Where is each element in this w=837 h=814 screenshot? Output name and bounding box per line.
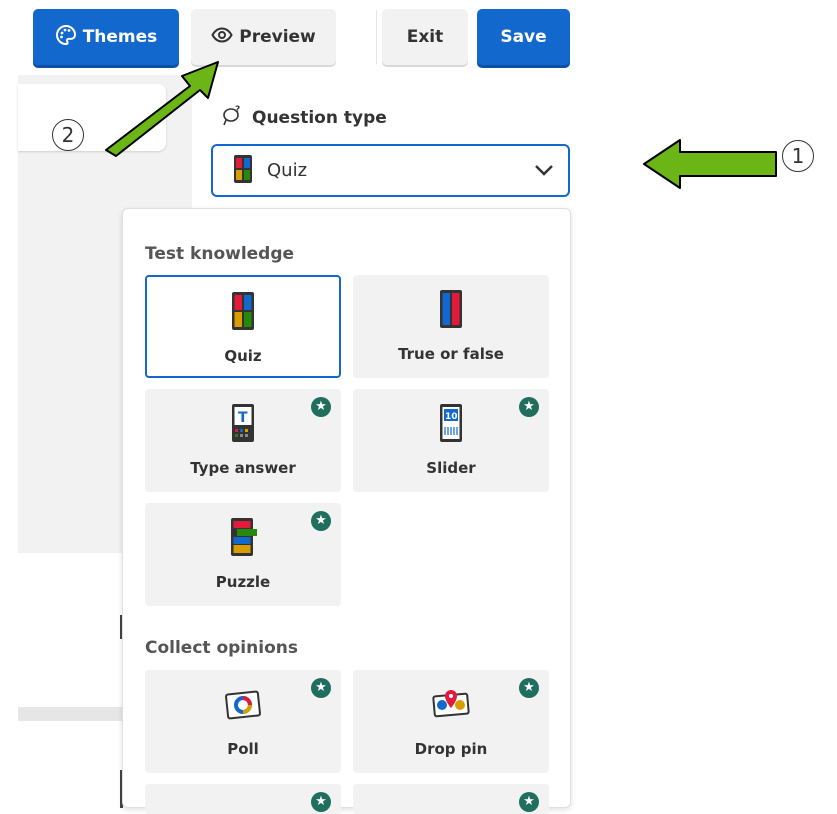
svg-text:T: T	[238, 410, 248, 426]
option-label: Quiz	[224, 347, 262, 365]
slider-icon: 10	[439, 403, 463, 447]
palette-icon	[55, 24, 77, 51]
exit-button[interactable]: Exit	[382, 9, 468, 65]
option-label: Type answer	[190, 459, 296, 477]
option-label: Poll	[227, 740, 259, 758]
question-type-heading: ? Question type	[222, 104, 387, 131]
option-label: Puzzle	[215, 573, 271, 591]
question-type-label: Question type	[252, 107, 387, 128]
exit-button-label: Exit	[406, 27, 444, 47]
puzzle-icon	[228, 517, 258, 561]
premium-star-icon: ★	[311, 397, 331, 417]
chevron-down-icon	[534, 162, 554, 181]
option-slider[interactable]: 10 ★ Slider	[353, 389, 549, 492]
option-label: True or false	[398, 345, 504, 363]
option-puzzle[interactable]: ★ Puzzle	[145, 503, 341, 606]
poll-icon	[225, 688, 261, 724]
true-false-icon	[439, 289, 463, 333]
option-partial-left[interactable]: ★	[145, 784, 341, 814]
drop-pin-icon	[431, 686, 471, 722]
svg-text:?: ?	[235, 105, 240, 115]
svg-text:10: 10	[445, 412, 458, 422]
canvas-lower	[18, 553, 122, 703]
option-quiz[interactable]: Quiz	[145, 275, 341, 378]
annotation-arrow-2-icon	[105, 61, 219, 157]
annotation-marker-2: 2	[52, 119, 84, 151]
premium-star-icon: ★	[311, 792, 331, 812]
option-true-or-false[interactable]: True or false	[353, 275, 549, 378]
premium-star-icon: ★	[311, 511, 331, 531]
premium-star-icon: ★	[311, 678, 331, 698]
quiz-icon	[231, 291, 255, 335]
annotation-marker-1: 1	[782, 140, 814, 172]
question-type-value: Quiz	[267, 160, 308, 181]
annotation-arrow-1-icon	[643, 139, 777, 189]
type-answer-icon: T	[231, 403, 255, 447]
canvas-divider	[18, 707, 122, 721]
premium-star-icon: ★	[519, 678, 539, 698]
option-poll[interactable]: ★ Poll	[145, 670, 341, 773]
premium-star-icon: ★	[519, 397, 539, 417]
preview-button-label: Preview	[239, 27, 316, 47]
question-type-dropdown: Test knowledge Quiz True or false T ★ Ty…	[122, 208, 571, 814]
themes-button-label: Themes	[82, 27, 158, 47]
option-drop-pin[interactable]: ★ Drop pin	[353, 670, 549, 773]
save-button[interactable]: Save	[477, 9, 570, 65]
eye-icon	[211, 26, 233, 48]
option-type-answer[interactable]: T ★ Type answer	[145, 389, 341, 492]
save-button-label: Save	[500, 27, 547, 47]
option-label: Drop pin	[414, 740, 488, 758]
option-partial-right[interactable]: ★	[353, 784, 549, 814]
question-type-select[interactable]: Quiz	[211, 144, 570, 197]
section-title-test-knowledge: Test knowledge	[145, 244, 295, 264]
quiz-icon	[233, 154, 253, 188]
section-title-collect-opinions: Collect opinions	[145, 638, 298, 658]
toolbar-divider	[376, 10, 377, 64]
premium-star-icon: ★	[519, 792, 539, 812]
option-label: Slider	[426, 459, 476, 477]
